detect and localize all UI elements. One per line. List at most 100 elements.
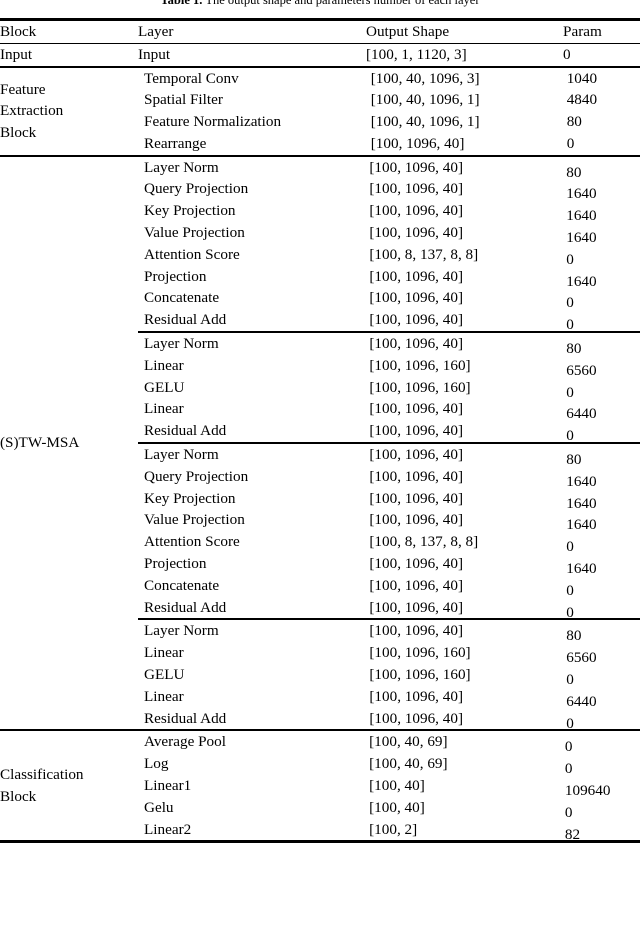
- caption-label: Table 1.: [160, 0, 203, 7]
- row-param: 0: [566, 134, 575, 152]
- row-param: 6560: [566, 361, 597, 379]
- row-param: 80: [566, 627, 582, 645]
- row-shape: [100, 40, 1096, 1]: [370, 91, 480, 109]
- row-layer: GELU: [144, 666, 185, 684]
- table-row: Feature Normalization [100, 40, 1096, 1]…: [138, 111, 640, 133]
- table-header-row: Block Layer Output Shape Param: [0, 19, 640, 44]
- feature-label-line-3: Block: [0, 123, 37, 141]
- row-shape: [100, 40, 1096, 1]: [370, 113, 480, 131]
- table-row: Query Projection [100, 1096, 40] 1640: [138, 178, 640, 203]
- classification-group: Classification Block Average Pool [100, …: [0, 730, 640, 843]
- row-param: 1640: [566, 229, 597, 247]
- row-param: 80: [566, 340, 582, 358]
- row-param: 1640: [566, 560, 597, 578]
- row-shape: [100, 8, 137, 8, 8]: [369, 245, 479, 263]
- row-shape: [100, 1096, 40]: [369, 180, 464, 198]
- row-shape: [100, 1096, 160]: [369, 666, 471, 684]
- row-shape: [100, 2]: [369, 820, 418, 838]
- row-layer: Residual Add: [144, 709, 227, 727]
- table-row: Layer Norm [100, 1096, 40] 80: [138, 444, 640, 468]
- row-shape-input: [100, 1, 1120, 3]: [366, 46, 467, 63]
- classification-label-line-2: Block: [0, 787, 37, 805]
- row-layer-input: Input: [138, 46, 171, 63]
- row-param: 1640: [566, 494, 597, 512]
- block-label-stw-msa: (S)TW-MSA: [0, 434, 80, 452]
- row-shape: [100, 1096, 160]: [369, 644, 471, 662]
- row-layer: Log: [144, 755, 169, 773]
- row-layer: Concatenate: [144, 289, 220, 307]
- header-block: Block: [0, 23, 37, 40]
- row-param: 6560: [566, 649, 597, 667]
- row-param: 1640: [566, 185, 597, 203]
- table-row: Linear [100, 1096, 40] 6440: [138, 686, 640, 710]
- table-row: Temporal Conv [100, 40, 1096, 3] 1040: [138, 68, 640, 90]
- table-row: Layer Norm [100, 1096, 40] 80: [138, 333, 640, 358]
- table-row: Residual Add [100, 1096, 40] 0: [138, 597, 640, 621]
- row-shape: [100, 1096, 40]: [369, 576, 464, 594]
- row-layer: Key Projection: [144, 202, 236, 220]
- table-row: Residual Add [100, 1096, 40] 0: [138, 708, 640, 732]
- row-shape: [100, 1096, 40]: [369, 446, 464, 464]
- row-param: 109640: [564, 782, 611, 799]
- stw-msa-rows: Layer Norm [100, 1096, 40] 80 Query Proj…: [138, 157, 640, 732]
- row-param: 0: [566, 581, 574, 599]
- table-row: Residual Add [100, 1096, 40] 0: [138, 420, 640, 444]
- row-param: 0: [566, 603, 574, 621]
- header-param: Param: [563, 23, 602, 40]
- row-param: 0: [566, 294, 574, 312]
- row-shape: [100, 1096, 40]: [369, 158, 464, 176]
- row-param: 0: [566, 383, 574, 401]
- table-row: Concatenate [100, 1096, 40] 0: [138, 575, 640, 599]
- table-row: Spatial Filter [100, 40, 1096, 1] 4840: [138, 89, 640, 111]
- table-row: Linear [100, 1096, 160] 6560: [138, 642, 640, 667]
- table-row: Log [100, 40, 69] 0: [138, 753, 640, 777]
- row-param: 1640: [566, 272, 597, 290]
- row-layer: Value Projection: [144, 511, 245, 529]
- classification-rows: Average Pool [100, 40, 69] 0 Log [100, 4…: [138, 731, 640, 843]
- row-param: 6440: [566, 692, 597, 710]
- row-param: 82: [564, 825, 581, 843]
- table-row: Linear [100, 1096, 40] 6440: [138, 398, 640, 423]
- row-layer: Residual Add: [144, 311, 227, 329]
- row-layer: Average Pool: [144, 733, 226, 751]
- table-row: Key Projection [100, 1096, 40] 1640: [138, 200, 640, 225]
- row-shape: [100, 8, 137, 8, 8]: [369, 533, 479, 551]
- row-param: 0: [564, 738, 573, 756]
- row-param: 0: [566, 671, 574, 689]
- table-row: Value Projection [100, 1096, 40] 1640: [138, 222, 640, 247]
- feature-extraction-rows: Temporal Conv [100, 40, 1096, 3] 1040 Sp…: [138, 68, 640, 155]
- row-layer: Key Projection: [144, 489, 236, 507]
- row-layer: Layer Norm: [144, 622, 219, 640]
- table-row: GELU [100, 1096, 160] 0: [138, 377, 640, 401]
- row-param: 6440: [566, 405, 597, 423]
- row-block-input: Input: [0, 46, 33, 63]
- row-shape: [100, 1096, 160]: [369, 356, 471, 374]
- row-layer: Attention Score: [144, 245, 240, 263]
- table-row: Linear [100, 1096, 160] 6560: [138, 355, 640, 379]
- row-shape: [100, 1096, 40]: [369, 335, 464, 353]
- row-param: 80: [566, 113, 582, 131]
- row-layer: Linear2: [144, 820, 192, 838]
- table-row: Concatenate [100, 1096, 40] 0: [138, 287, 640, 312]
- row-param: 1640: [566, 207, 597, 225]
- row-shape: [100, 1096, 40]: [369, 511, 464, 529]
- table-row: Layer Norm [100, 1096, 40] 80: [138, 620, 640, 645]
- row-shape: [100, 1096, 40]: [369, 400, 464, 418]
- row-param: 0: [566, 538, 574, 556]
- table-row: Linear2 [100, 2] 82: [138, 819, 640, 843]
- row-shape: [100, 1096, 40]: [369, 709, 464, 727]
- table-page: Table 1. The output shape and parameters…: [0, 0, 640, 927]
- row-layer: Linear: [144, 644, 184, 662]
- row-shape: [100, 1096, 40]: [369, 489, 464, 507]
- row-layer: Value Projection: [144, 224, 245, 242]
- row-shape: [100, 1096, 40]: [369, 467, 464, 485]
- block-label-classification: Classification Block: [0, 730, 138, 841]
- table-row: Residual Add [100, 1096, 40] 0: [138, 309, 640, 333]
- table-row: Gelu [100, 40] 0: [138, 797, 640, 821]
- table-row: GELU [100, 1096, 160] 0: [138, 664, 640, 689]
- row-shape: [100, 1096, 40]: [369, 202, 464, 220]
- row-layer: Feature Normalization: [144, 113, 282, 131]
- classification-label-line-1: Classification: [0, 766, 84, 784]
- row-param: 80: [566, 163, 582, 181]
- row-layer: Temporal Conv: [144, 69, 239, 87]
